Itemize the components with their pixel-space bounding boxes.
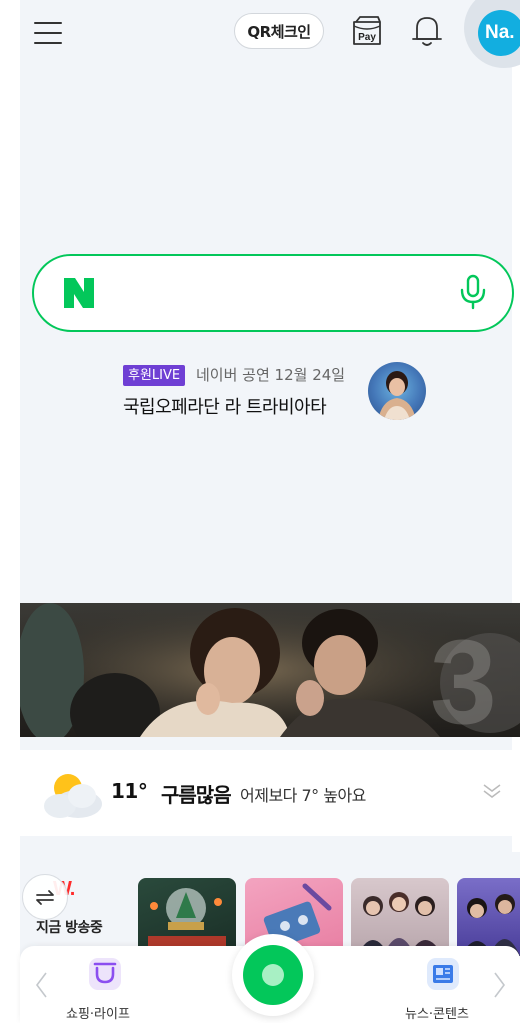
sponsored-thumbnail[interactable] bbox=[368, 362, 426, 420]
screen-edge-left bbox=[0, 0, 20, 1023]
svg-text:3: 3 bbox=[430, 615, 497, 737]
news-contents-label[interactable]: 뉴스·콘텐츠 bbox=[405, 1003, 469, 1022]
sponsored-subtitle[interactable]: 네이버 공연 12월 24일 bbox=[196, 364, 345, 385]
shopping-life-label[interactable]: 쇼핑·라이프 bbox=[66, 1003, 130, 1022]
thumbnail-christmas[interactable] bbox=[138, 878, 236, 956]
thumbnail-boy-group[interactable] bbox=[457, 878, 520, 956]
qr-checkin-button[interactable]: QR체크인 bbox=[234, 13, 324, 49]
naver-logo bbox=[62, 276, 96, 310]
mic-icon[interactable] bbox=[458, 272, 488, 312]
green-dot-button[interactable] bbox=[232, 934, 314, 1016]
menu-icon[interactable] bbox=[34, 20, 64, 46]
drama-banner-image[interactable]: 3 bbox=[20, 603, 520, 737]
thumbnail-girl-group[interactable] bbox=[351, 878, 449, 956]
sponsored-badge: 후원LIVE bbox=[123, 365, 186, 386]
bell-icon[interactable] bbox=[410, 13, 444, 49]
avatar-initials: Na. bbox=[485, 22, 515, 43]
search-input[interactable] bbox=[32, 254, 514, 332]
avatar[interactable]: Na. bbox=[478, 10, 520, 56]
weather-card[interactable]: 11° 구름많음 어제보다 7° 높아요 bbox=[20, 750, 520, 836]
shopping-icon[interactable] bbox=[86, 955, 124, 993]
green-dot-icon bbox=[243, 945, 303, 1005]
weather-comparison: 어제보다 7° 높아요 bbox=[240, 786, 366, 805]
pay-text: Pay bbox=[358, 32, 376, 43]
chevron-right-icon[interactable] bbox=[493, 970, 507, 1000]
news-icon[interactable] bbox=[424, 955, 462, 993]
chevron-down-icon[interactable] bbox=[482, 782, 502, 800]
refresh-icon[interactable] bbox=[22, 874, 68, 920]
temperature: 11° bbox=[111, 779, 148, 803]
qr-checkin-label: QR체크인 bbox=[247, 22, 311, 41]
weather-condition: 구름많음 bbox=[161, 783, 232, 807]
weather-cloud-sun-icon bbox=[38, 766, 108, 822]
sponsored-title[interactable]: 국립오페라단 라 트라비아타 bbox=[123, 393, 327, 419]
chevron-left-icon[interactable] bbox=[34, 970, 48, 1000]
pay-icon[interactable]: Pay bbox=[350, 14, 384, 48]
